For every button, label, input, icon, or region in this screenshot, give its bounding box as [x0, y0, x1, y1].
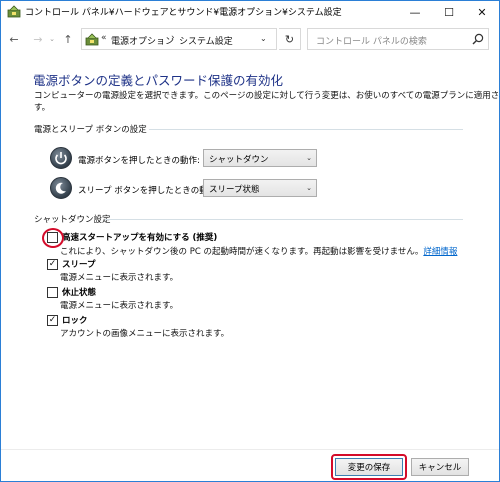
- highlight-circle: [42, 228, 64, 248]
- close-button[interactable]: ✕: [465, 1, 499, 23]
- power-button-action-label: 電源ボタンを押したときの動作:: [78, 156, 200, 166]
- navigation-bar: ← → ⌄ ↑ « 電源オプション › システム設定 ⌄ ↻ コントロール パネ…: [1, 27, 499, 51]
- fast-startup-description-text: これにより、シャットダウン後の PC の起動時間が速くなります。再起動は影響を受…: [60, 247, 424, 257]
- power-symbol-icon: [55, 152, 67, 165]
- breadcrumb-separator[interactable]: ›: [171, 33, 175, 43]
- more-info-link[interactable]: 詳細情報: [423, 247, 457, 257]
- control-panel-icon: [85, 33, 99, 46]
- address-dropdown-icon[interactable]: ⌄: [260, 34, 267, 43]
- address-prefix[interactable]: «: [101, 33, 107, 43]
- search-input[interactable]: コントロール パネルの検索: [316, 34, 427, 47]
- address-bar[interactable]: « 電源オプション › システム設定 ⌄: [81, 28, 277, 50]
- breadcrumb-power-options[interactable]: 電源オプション: [111, 34, 174, 47]
- highlight-rectangle: [331, 454, 407, 480]
- fast-startup-label[interactable]: 高速スタートアップを有効にする (推奨): [62, 231, 217, 243]
- lock-checkbox[interactable]: ✓: [47, 315, 58, 326]
- power-group-divider: [149, 129, 463, 130]
- page-description: コンピューターの電源設定を選択できます。このページの設定に対して行う変更は、お使…: [34, 91, 500, 101]
- title-bar: コントロール パネル¥ハードウェアとサウンド¥電源オプション¥システム設定 — …: [1, 1, 499, 23]
- page-title: 電源ボタンの定義とパスワード保護の有効化: [33, 73, 284, 88]
- breadcrumb-system-settings[interactable]: システム設定: [179, 34, 233, 47]
- maximize-button[interactable]: ☐: [432, 1, 466, 23]
- hibernate-label[interactable]: 休止状態: [62, 286, 96, 298]
- sleep-button-icon: [50, 177, 72, 199]
- sleep-button-action-label: スリープ ボタンを押したときの動作:: [78, 186, 220, 196]
- sleep-checkbox[interactable]: ✓: [47, 259, 58, 270]
- sleep-button-action-value[interactable]: スリープ状態: [209, 183, 260, 195]
- shutdown-group-divider: [105, 219, 463, 220]
- check-icon: ✓: [48, 259, 57, 269]
- hibernate-checkbox[interactable]: [47, 287, 58, 298]
- search-icon[interactable]: [471, 32, 485, 46]
- moon-icon: [55, 182, 66, 194]
- chevron-down-icon[interactable]: ⌄: [306, 184, 312, 192]
- lock-label[interactable]: ロック: [62, 314, 88, 326]
- power-button-action-select[interactable]: シャットダウン ⌄: [203, 149, 317, 167]
- check-icon: ✓: [48, 315, 57, 325]
- forward-button[interactable]: →: [31, 31, 45, 47]
- fast-startup-description: これにより、シャットダウン後の PC の起動時間が速くなります。再起動は影響を受…: [60, 245, 457, 257]
- footer-divider: [1, 449, 499, 450]
- sleep-button-action-select[interactable]: スリープ状態 ⌄: [203, 179, 317, 197]
- up-button[interactable]: ↑: [61, 31, 75, 47]
- page-description-continued: す。: [34, 103, 51, 113]
- chevron-down-icon[interactable]: ⌄: [306, 154, 312, 162]
- power-button-action-value[interactable]: シャットダウン: [209, 153, 269, 165]
- lock-description: アカウントの画像メニューに表示されます。: [60, 329, 230, 339]
- power-options-icon: [7, 5, 21, 18]
- refresh-button[interactable]: ↻: [279, 28, 301, 50]
- window-title: コントロール パネル¥ハードウェアとサウンド¥電源オプション¥システム設定: [25, 8, 342, 18]
- hibernate-description: 電源メニューに表示されます。: [60, 301, 179, 311]
- search-box[interactable]: コントロール パネルの検索: [307, 28, 489, 50]
- recent-locations-button[interactable]: ⌄: [47, 31, 57, 47]
- cancel-button[interactable]: キャンセル: [411, 458, 469, 476]
- back-button[interactable]: ←: [7, 31, 21, 47]
- shutdown-group-label: シャットダウン設定: [34, 215, 111, 225]
- sleep-description: 電源メニューに表示されます。: [60, 273, 179, 283]
- power-button-icon: [50, 147, 72, 169]
- system-settings-window: コントロール パネル¥ハードウェアとサウンド¥電源オプション¥システム設定 — …: [0, 0, 500, 482]
- power-buttons-group-label: 電源とスリープ ボタンの設定: [34, 125, 147, 135]
- minimize-button[interactable]: —: [398, 1, 432, 23]
- sleep-label[interactable]: スリープ: [62, 258, 96, 270]
